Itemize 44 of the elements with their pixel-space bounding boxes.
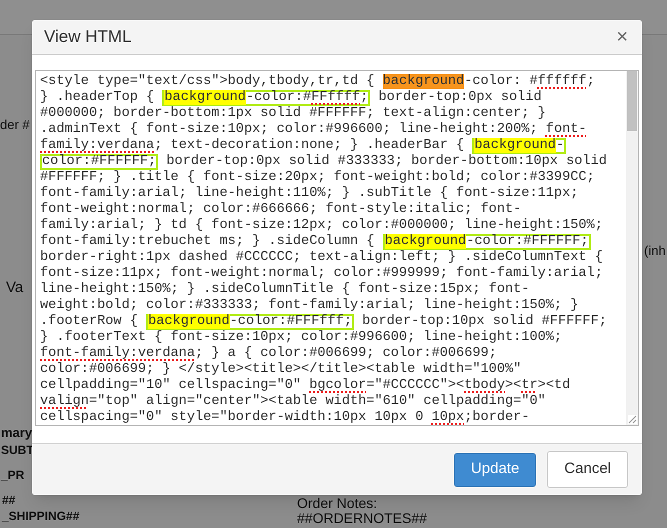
cancel-button[interactable]: Cancel bbox=[547, 451, 628, 488]
code-line: font-size:11px; font-weight:normal; color:#999999; font-family:arial; bbox=[40, 266, 603, 282]
highlight-frame: background-color:#FFffff; bbox=[162, 90, 370, 106]
update-button[interactable]: Update bbox=[454, 452, 536, 486]
code-line: font-weight:normal; color:#666666; font-style:italic; font- bbox=[40, 202, 522, 218]
code-line: #000000; border-bottom:1px solid #FFFFFF; text-align:center; } bbox=[40, 106, 546, 122]
highlight-frame: color:#FFFFFF; bbox=[40, 154, 158, 170]
code-line: .footerRow { background-color:#FFFfff; border-top:10px solid #FFFFFF; bbox=[40, 314, 607, 330]
background-page-text: SUBT bbox=[1, 444, 34, 456]
background-page-text: Order Notes: bbox=[297, 496, 378, 510]
code-line: #FFFFFF; } .title { font-size:20px; font-weight:bold; color:#3399CC; bbox=[40, 170, 595, 186]
code-line: weight:bold; color:#333333; font-family:arial; line-height:150%; } bbox=[40, 298, 578, 314]
code-line: font-family:trebuchet ms; } .sideColumn { background-color:#FFFFFF; bbox=[40, 234, 591, 250]
scrollbar[interactable] bbox=[626, 71, 638, 425]
code-line: family:verdana; text-decoration:none; } .headerBar { background- bbox=[40, 138, 566, 154]
code-line: .adminText { font-size:10px; color:#996600; line-height:200%; font- bbox=[40, 122, 587, 138]
background-page-text: ## bbox=[2, 494, 16, 506]
dialog-title: View HTML bbox=[44, 26, 132, 48]
code-line: line-height:150%; } .sideColumnTitle { font-size:15px; font- bbox=[40, 282, 530, 298]
code-line: family:arial; } td { font-size:12px; color:#000000; line-height:150%; bbox=[40, 218, 603, 234]
background-page-text: ##ORDERNOTES## bbox=[297, 511, 427, 525]
code-line: font-family:arial; line-height:110%; } .subTitle { font-size:11px; bbox=[40, 186, 578, 202]
resize-grip-icon[interactable] bbox=[628, 415, 637, 424]
code-line: } .headerTop { background-color:#FFffff; border-top:0px solid bbox=[40, 90, 542, 106]
highlight-frame: background-color:#FFFfff; bbox=[146, 314, 354, 330]
code-line: cellspacing="0" style="border-width:10px 10px 0 10px;border- bbox=[40, 410, 530, 425]
code-line: border-right:1px dashed #CCCCCC; text-align:left; } .sideColumnText { bbox=[40, 250, 603, 266]
html-code-textarea[interactable] bbox=[35, 70, 639, 426]
background-page-text: _SHIPPING## bbox=[2, 510, 80, 522]
code-line: } .footerText { font-size:10px; color:#996600; line-height:100%; bbox=[40, 330, 562, 346]
background-page-text: mary bbox=[1, 426, 32, 439]
code-line: <style type="text/css">body,tbody,tr,td { background-color: #ffffff; bbox=[40, 74, 595, 90]
background-page-text: _PR bbox=[1, 469, 24, 481]
highlight-frame: background-color:#FFFFFF; bbox=[382, 234, 591, 250]
background-page-text: Va bbox=[6, 280, 24, 295]
highlight-frame: background- bbox=[472, 138, 566, 154]
code-line: font-family:verdana; } a { color:#006699; color:#006699; bbox=[40, 346, 497, 362]
code-line: valign="top" align="center"><table width="610" cellpadding="0" bbox=[40, 394, 546, 410]
code-line: cellpadding="10" cellspacing="0" bgcolor="#CCCCCC"><tbody><tr><td bbox=[40, 378, 570, 394]
code-line: color:#006699; } </style><title></title><table width="100%" bbox=[40, 362, 522, 378]
code-line: color:#FFFFFF; border-top:0px solid #333333; border-bottom:10px solid bbox=[40, 154, 607, 170]
background-page-text: (inh bbox=[644, 244, 666, 257]
close-button[interactable]: × bbox=[614, 27, 630, 47]
background-page-text: der # bbox=[0, 118, 30, 131]
